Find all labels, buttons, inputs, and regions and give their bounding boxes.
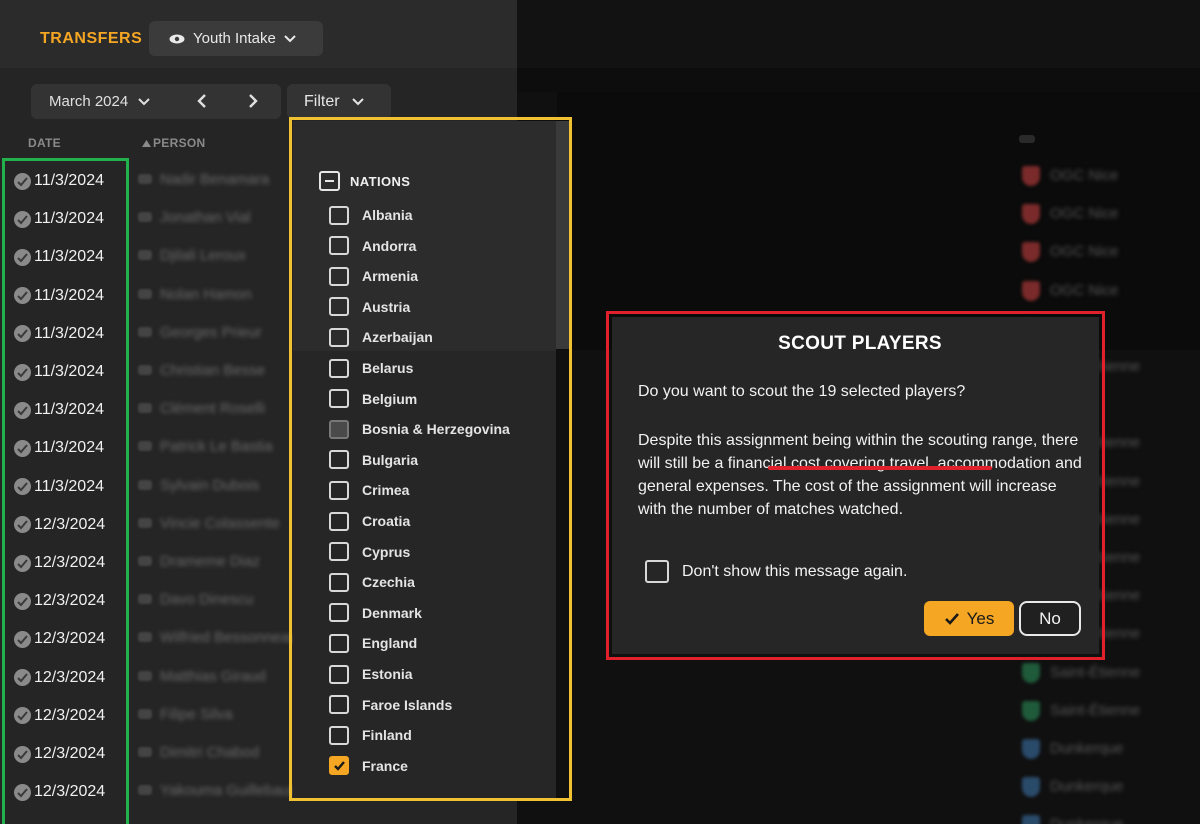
person-icon [138,517,152,528]
page-title: TRANSFERS [40,30,143,47]
view-select[interactable]: Youth Intake [149,21,323,56]
person-name[interactable]: Vincie Colassente [160,515,280,532]
club-name: Dunkerque [1050,816,1123,824]
nations-filter-highlight [289,117,572,801]
club-name: OGC Nice [1050,281,1119,299]
club-name: OGC Nice [1050,205,1119,223]
person-icon [138,403,152,414]
date-select-label: March 2024 [49,93,129,110]
filter-button[interactable]: Filter [287,84,391,119]
person-name[interactable]: Georges Prieur [160,324,262,341]
person-name[interactable]: Matthias Giraud [160,668,266,685]
top-bar-right [517,0,1200,68]
club-crest-icon [1022,662,1040,683]
person-name[interactable]: Clément Roselli [160,400,265,417]
view-select-label: Youth Intake [193,30,276,47]
column-header-person[interactable]: PERSON [142,136,205,150]
person-name[interactable]: Jonathan Vial [160,209,251,226]
person-icon [138,785,152,796]
club-name: Dunkerque [1050,778,1124,796]
club-crest-icon [1022,242,1040,263]
person-icon [138,174,152,184]
club-crest-icon [1022,739,1040,759]
club-name: Dunkerque [1050,740,1124,757]
filter-label: Filter [304,92,340,110]
person-name[interactable]: Yakouma Guillebaut [160,782,294,799]
club-crest-icon [1022,815,1040,824]
person-icon [138,441,152,452]
club-row: Dunkerque [1010,768,1200,806]
club-crest-icon [1022,700,1040,721]
club-name: Saint-Étienne [1050,663,1141,681]
person-icon [138,747,152,757]
club-name: OGC Nice [1050,243,1119,261]
club-crest-icon [1022,777,1040,798]
person-name[interactable]: Djilali Leroux [160,247,246,264]
club-row: Dunkerque [1010,730,1200,768]
person-icon [138,556,152,566]
person-name[interactable]: Nadir Benamara [160,171,269,188]
club-row: OGC Nice [1010,272,1200,310]
person-name[interactable]: Davo Dinescu [160,591,253,608]
previous-month-icon[interactable] [195,93,209,109]
person-name[interactable]: Filipe Silva [160,706,233,723]
club-crest-icon [1022,166,1040,186]
person-name[interactable]: Sylvain Dubois [160,477,259,494]
club-crest-icon [1022,280,1040,301]
person-icon [138,288,152,299]
person-name[interactable]: Christian Besse [160,362,265,379]
person-icon [138,365,152,375]
club-name: Saint-Étienne [1050,701,1141,719]
person-name[interactable]: Drameme Diaz [160,553,260,570]
dialog-highlight [606,311,1105,660]
chevron-down-icon [351,97,364,105]
person-icon [138,326,152,337]
club-row: Dunkerque [1010,806,1200,824]
column-header-person-label: PERSON [153,136,206,150]
person-icon [138,708,152,719]
date-select[interactable]: March 2024 [31,84,281,119]
club-row: OGC Nice [1010,233,1200,271]
next-month-icon[interactable] [246,93,260,109]
person-icon [138,250,152,261]
person-name[interactable]: Nolan Hamon [160,286,252,303]
column-header-date[interactable]: DATE [28,136,61,150]
person-icon [138,479,152,490]
person-icon [138,632,152,643]
person-name[interactable]: Wilfried Bessonneau [160,629,298,646]
club-crest-icon [1022,204,1040,225]
person-icon [138,212,152,223]
person-name[interactable]: Dimitri Chabod [160,744,259,761]
sort-up-icon [142,139,151,147]
person-name[interactable]: Patrick Le Bastia [160,438,273,455]
person-icon [138,670,152,681]
date-column-highlight [2,158,129,824]
chevron-down-icon [138,97,150,105]
eye-icon [169,34,185,43]
person-icon [138,594,152,605]
club-row: OGC Nice [1010,157,1200,195]
club-name: OGC Nice [1050,167,1119,184]
column-header-icon [1019,135,1035,143]
club-row: OGC Nice [1010,195,1200,233]
chevron-down-icon [284,34,296,42]
club-row: Saint-Étienne [1010,692,1200,730]
